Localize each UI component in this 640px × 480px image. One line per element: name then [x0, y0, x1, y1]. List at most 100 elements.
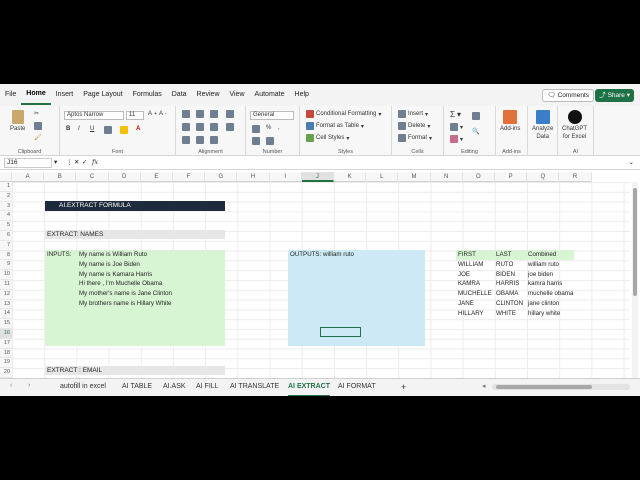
table-cell[interactable]: JOE: [458, 270, 470, 280]
extract-names-heading[interactable]: EXTRACT: NAMES: [45, 230, 225, 239]
column-header[interactable]: B: [44, 172, 77, 182]
table-cell[interactable]: MUCHELLE: [458, 289, 492, 299]
input-cell[interactable]: Hi there , I'm Muchelle Obama: [79, 279, 162, 289]
column-header[interactable]: M: [398, 172, 431, 182]
table-cell[interactable]: WILLIAM: [458, 260, 483, 270]
wrap-text-button[interactable]: [226, 110, 234, 118]
vertical-scroll-thumb[interactable]: [633, 188, 637, 296]
sheet-title[interactable]: AI.EXTRACT FORMULA: [45, 201, 225, 211]
underline-button[interactable]: U: [90, 126, 94, 132]
row-header[interactable]: 20: [0, 368, 12, 378]
column-header[interactable]: P: [495, 172, 528, 182]
table-header[interactable]: FIRST: [458, 250, 476, 260]
tab-home[interactable]: Home: [21, 85, 51, 105]
conditional-formatting-button[interactable]: Conditional Formatting ▾: [306, 110, 381, 118]
column-header[interactable]: C: [76, 172, 109, 182]
expand-formula-icon[interactable]: ⌄: [629, 158, 634, 166]
delete-cells-button[interactable]: Delete ▾: [398, 122, 430, 130]
tab-insert[interactable]: Insert: [51, 84, 79, 106]
outputs-label[interactable]: OUTPUTS:: [290, 250, 321, 260]
row-header[interactable]: 2: [0, 191, 12, 202]
column-header[interactable]: I: [269, 172, 302, 182]
sheet-tab-ai-translate[interactable]: AI TRANSLATE: [230, 379, 279, 395]
vertical-scrollbar[interactable]: [632, 182, 638, 378]
table-cell[interactable]: HILLARY: [458, 309, 484, 319]
table-cell[interactable]: KAMRA: [458, 279, 480, 289]
column-header[interactable]: D: [108, 172, 141, 182]
active-cell-selection[interactable]: [320, 327, 361, 337]
find-select-button[interactable]: 🔍: [472, 128, 479, 135]
function-icon[interactable]: fx: [92, 158, 98, 166]
row-header[interactable]: 15: [0, 319, 12, 329]
scroll-left-icon[interactable]: ◂: [482, 382, 486, 390]
table-cell[interactable]: jane clinton: [528, 299, 559, 309]
output-cell[interactable]: william ruto: [323, 250, 354, 260]
outdent-button[interactable]: [196, 136, 204, 144]
table-cell[interactable]: WHITE: [496, 309, 516, 319]
font-size-select[interactable]: 11: [126, 111, 144, 120]
row-header[interactable]: 1: [0, 182, 12, 192]
tab-file[interactable]: File: [0, 84, 21, 106]
row-header[interactable]: 14: [0, 309, 12, 320]
sheet-tab-ai-ask[interactable]: AI.ASK: [163, 379, 186, 395]
font-name-select[interactable]: Aptos Narrow: [64, 111, 124, 120]
tab-help[interactable]: Help: [290, 84, 314, 106]
row-header[interactable]: 19: [0, 358, 12, 369]
number-format-select[interactable]: General: [250, 111, 294, 120]
horizontal-scroll-thumb[interactable]: [496, 385, 592, 389]
percent-button[interactable]: %: [266, 125, 271, 131]
sheet-tab-autofill[interactable]: autofill in excel: [60, 379, 106, 395]
column-header[interactable]: F: [173, 172, 206, 182]
column-header[interactable]: A: [12, 172, 45, 182]
column-header[interactable]: Q: [527, 172, 560, 182]
row-header[interactable]: 13: [0, 299, 12, 310]
sort-filter-button[interactable]: [472, 112, 480, 120]
tab-page-layout[interactable]: Page Layout: [78, 84, 127, 106]
row-header[interactable]: 16: [0, 329, 12, 339]
cell-styles-button[interactable]: Cell Styles ▾: [306, 134, 349, 142]
share-button[interactable]: ⤴ Share ▾: [595, 89, 634, 102]
analyze-data-button[interactable]: Analyze Data: [532, 110, 553, 140]
row-header[interactable]: 10: [0, 270, 12, 280]
table-cell[interactable]: muchelle obama: [528, 289, 573, 299]
input-cell[interactable]: My name is William Ruto: [79, 250, 147, 260]
fill-button[interactable]: ▾: [450, 123, 463, 131]
sheet-tab-ai-table[interactable]: AI TABLE: [122, 379, 152, 395]
inputs-label[interactable]: INPUTS:: [47, 250, 71, 260]
borders-button[interactable]: [104, 126, 112, 134]
column-header[interactable]: R: [559, 172, 592, 182]
sheet-tab-ai-format[interactable]: AI FORMAT: [338, 379, 376, 395]
column-header[interactable]: O: [462, 172, 495, 182]
insert-cells-button[interactable]: Insert ▾: [398, 110, 428, 118]
row-header[interactable]: 18: [0, 348, 12, 359]
table-cell[interactable]: RUTO: [496, 260, 513, 270]
table-cell[interactable]: BIDEN: [496, 270, 515, 280]
formula-input[interactable]: [108, 157, 628, 168]
table-cell[interactable]: william ruto: [528, 260, 559, 270]
paste-button[interactable]: Paste: [10, 110, 25, 132]
table-cell[interactable]: joe biden: [528, 270, 553, 280]
horizontal-scrollbar[interactable]: [492, 384, 630, 390]
clear-button[interactable]: ▾: [450, 135, 463, 143]
row-header[interactable]: 7: [0, 240, 12, 251]
table-cell[interactable]: OBAMA: [496, 289, 518, 299]
add-sheet-button[interactable]: +: [401, 379, 406, 395]
tab-formulas[interactable]: Formulas: [128, 84, 167, 106]
input-cell[interactable]: My name is Kamara Harris: [79, 270, 152, 280]
comma-button[interactable]: ,: [278, 125, 280, 131]
addins-button[interactable]: Add-ins: [500, 110, 520, 132]
fill-color-button[interactable]: [120, 126, 128, 134]
column-header[interactable]: L: [366, 172, 399, 182]
column-header[interactable]: G: [205, 172, 238, 182]
row-header[interactable]: 17: [0, 338, 12, 349]
next-sheet-icon[interactable]: ›: [28, 382, 30, 389]
table-cell[interactable]: JANE: [458, 299, 474, 309]
indent-button[interactable]: [182, 136, 190, 144]
prev-sheet-icon[interactable]: ‹: [10, 382, 12, 389]
decrease-decimal-button[interactable]: [266, 137, 274, 145]
increase-decimal-button[interactable]: [252, 137, 260, 145]
name-box[interactable]: J16: [4, 158, 52, 168]
extract-email-heading[interactable]: EXTRACT : EMAIL: [45, 366, 225, 375]
input-cell[interactable]: My name is Joe Biden: [79, 260, 140, 270]
orientation-button[interactable]: [210, 136, 218, 144]
